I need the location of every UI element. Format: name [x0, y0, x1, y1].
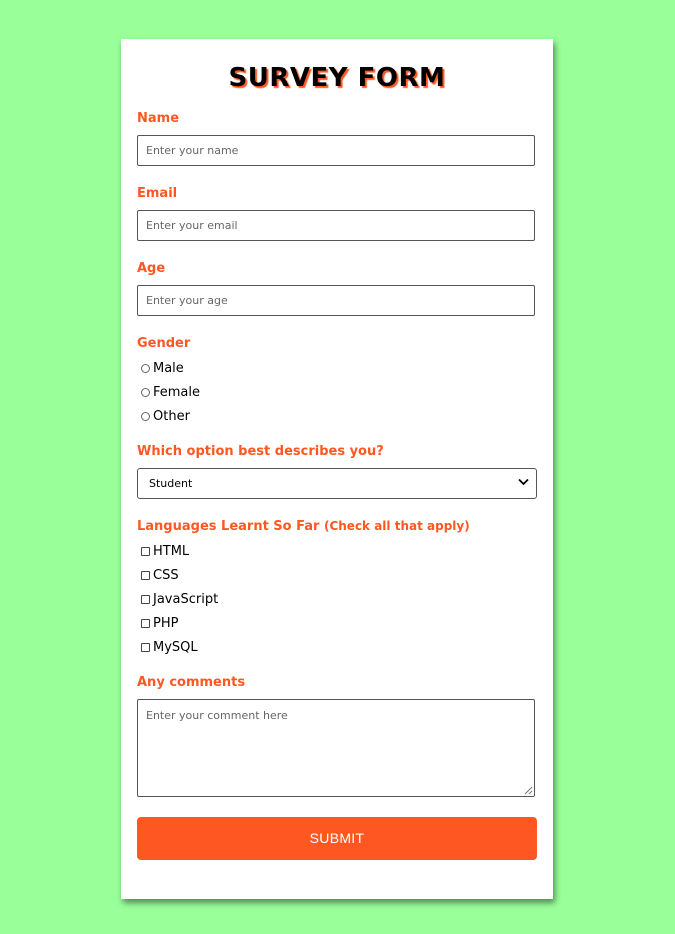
language-option-label: JavaScript — [153, 591, 219, 607]
gender-option-label: Female — [153, 384, 201, 400]
language-option-label: MySQL — [153, 639, 198, 655]
radio-button[interactable] — [141, 387, 150, 397]
form-title: SURVEY FORM — [228, 63, 446, 93]
language-option-css[interactable]: CSS — [141, 567, 179, 583]
checkbox[interactable] — [141, 642, 150, 652]
role-selected-value: Student — [149, 477, 193, 490]
gender-option-female[interactable]: Female — [141, 384, 200, 400]
role-label: Which option best describes you? — [137, 444, 384, 459]
checkbox[interactable] — [141, 618, 150, 628]
resize-grip-icon[interactable] — [523, 785, 533, 795]
radio-button[interactable] — [141, 411, 150, 421]
gender-option-label: Other — [153, 408, 190, 424]
gender-option-male[interactable]: Male — [141, 360, 184, 376]
gender-option-label: Male — [153, 360, 184, 376]
age-input[interactable] — [137, 285, 535, 316]
chevron-down-icon — [518, 478, 529, 486]
radio-button[interactable] — [141, 363, 150, 373]
role-select[interactable]: Student — [137, 468, 537, 499]
gender-label: Gender — [137, 336, 191, 351]
language-option-label: CSS — [153, 567, 179, 583]
languages-label-text: Languages Learnt So Far — [137, 519, 320, 534]
submit-button[interactable]: SUBMIT — [137, 817, 537, 860]
languages-hint: (Check all that apply) — [323, 519, 470, 533]
comments-textarea[interactable]: Enter your comment here — [137, 699, 535, 797]
age-label: Age — [137, 261, 166, 276]
comments-label: Any comments — [137, 675, 246, 690]
language-option-php[interactable]: PHP — [141, 615, 178, 631]
name-input[interactable] — [137, 135, 535, 166]
survey-form-card: SURVEY FORM Name Email Age Gender Male F… — [121, 39, 553, 899]
email-label: Email — [137, 186, 178, 201]
checkbox[interactable] — [141, 570, 150, 580]
language-option-label: HTML — [153, 543, 190, 559]
checkbox[interactable] — [141, 594, 150, 604]
language-option-label: PHP — [153, 615, 179, 631]
name-label: Name — [137, 111, 180, 126]
language-option-html[interactable]: HTML — [141, 543, 189, 559]
email-input[interactable] — [137, 210, 535, 241]
gender-option-other[interactable]: Other — [141, 408, 190, 424]
language-option-mysql[interactable]: MySQL — [141, 639, 198, 655]
language-option-javascript[interactable]: JavaScript — [141, 591, 218, 607]
languages-label: Languages Learnt So Far (Check all that … — [137, 519, 470, 534]
checkbox[interactable] — [141, 546, 150, 556]
comments-placeholder: Enter your comment here — [146, 709, 288, 722]
